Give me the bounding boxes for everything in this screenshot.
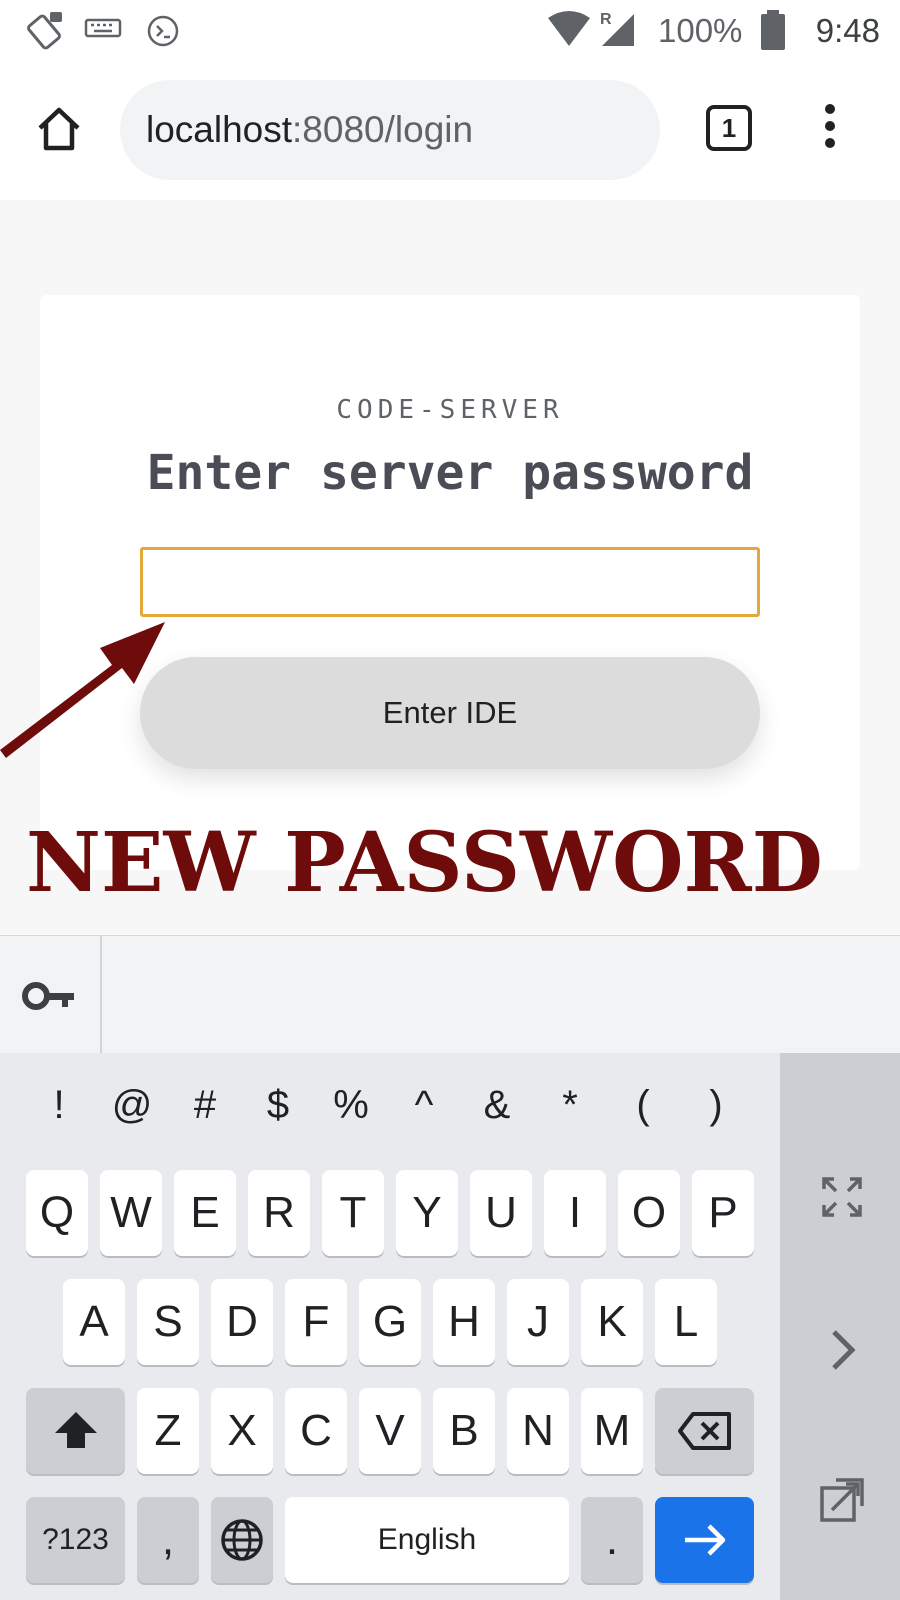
shift-key[interactable] [26,1388,125,1474]
key-letter[interactable]: D [211,1279,273,1365]
backspace-icon [677,1412,731,1450]
language-key[interactable] [211,1497,273,1583]
enter-ide-button[interactable]: Enter IDE [140,657,760,769]
arrow-right-icon [684,1524,725,1556]
floating-keyboard-icon[interactable] [818,1476,866,1524]
key-symbol[interactable]: $ [248,1083,308,1128]
space-bar[interactable]: English [285,1497,569,1583]
key-letter[interactable]: R [248,1170,310,1256]
key-letter[interactable]: O [618,1170,680,1256]
address-bar[interactable]: localhost:8080/login [120,80,660,180]
key-letter[interactable]: U [470,1170,532,1256]
key-letter[interactable]: Q [26,1170,88,1256]
url-path: :8080/login [292,109,474,150]
key-symbol[interactable]: @ [102,1083,162,1128]
password-input[interactable] [140,547,760,617]
home-icon[interactable] [34,104,84,154]
key-letter[interactable]: M [581,1388,643,1474]
key-symbol[interactable]: # [175,1083,235,1128]
clock: 9:48 [815,12,880,49]
key-letter[interactable]: I [544,1170,606,1256]
key-letter[interactable]: N [507,1388,569,1474]
terminal-icon [147,15,179,47]
annotation-arrow [0,622,165,758]
keyboard-icon [84,18,122,38]
tab-switcher-button[interactable]: 1 [706,105,752,151]
key-letter[interactable]: V [359,1388,421,1474]
key-letter[interactable]: X [211,1388,273,1474]
key-letter[interactable]: H [433,1279,495,1365]
url-host: localhost [146,109,293,150]
page-title: Enter server password [146,445,754,501]
password-autofill-bar [0,935,900,1054]
key-letter[interactable]: K [581,1279,643,1365]
key-symbol[interactable]: % [321,1083,381,1128]
status-bar: R 100% 9:48 [0,0,900,60]
key-letter[interactable]: E [174,1170,236,1256]
key-letter[interactable]: W [100,1170,162,1256]
key-letter[interactable]: J [507,1279,569,1365]
numbers-key[interactable]: ?123 [26,1497,125,1583]
key-letter[interactable]: T [322,1170,384,1256]
url-text: localhost:8080/login [146,109,473,151]
wifi-icon [548,11,590,46]
backspace-key[interactable] [655,1388,754,1474]
expand-icon[interactable] [818,1173,866,1221]
key-letter[interactable]: L [655,1279,717,1365]
key-icon[interactable] [22,976,78,1016]
key-letter[interactable]: B [433,1388,495,1474]
globe-icon [221,1519,263,1561]
login-card: CODE-SERVER Enter server password Enter … [40,295,860,870]
battery-percent: 100% [658,12,743,49]
battery-icon [761,10,785,50]
key-symbol[interactable]: ) [686,1083,746,1128]
key-letter[interactable]: P [692,1170,754,1256]
key-letter[interactable]: Z [137,1388,199,1474]
divider [100,936,102,1054]
rotate-icon [27,12,62,50]
chevron-right-icon[interactable] [818,1326,866,1374]
comma-key[interactable]: , [137,1497,199,1583]
svg-text:R: R [600,11,612,28]
browser-toolbar: localhost:8080/login 1 [0,60,900,200]
enter-key[interactable] [655,1497,754,1583]
key-symbol[interactable]: ( [613,1083,673,1128]
overflow-menu-icon[interactable] [818,104,842,156]
annotation-label: NEW PASSWORD [26,815,823,911]
key-letter[interactable]: A [63,1279,125,1365]
signal-roaming-icon: R [600,11,634,46]
key-letter[interactable]: S [137,1279,199,1365]
brand-label: CODE-SERVER [336,395,564,425]
key-symbol[interactable]: & [467,1083,527,1128]
key-symbol[interactable]: ^ [394,1083,454,1128]
period-key[interactable]: . [581,1497,643,1583]
key-letter[interactable]: Y [396,1170,458,1256]
key-letter[interactable]: G [359,1279,421,1365]
key-symbol[interactable]: ! [29,1083,89,1128]
key-symbol[interactable]: * [540,1083,600,1128]
shift-icon [54,1412,97,1448]
key-letter[interactable]: C [285,1388,347,1474]
key-letter[interactable]: F [285,1279,347,1365]
on-screen-keyboard: ! @ # $ % ^ & * ( ) Q W E R T Y U I O P … [0,1053,900,1600]
